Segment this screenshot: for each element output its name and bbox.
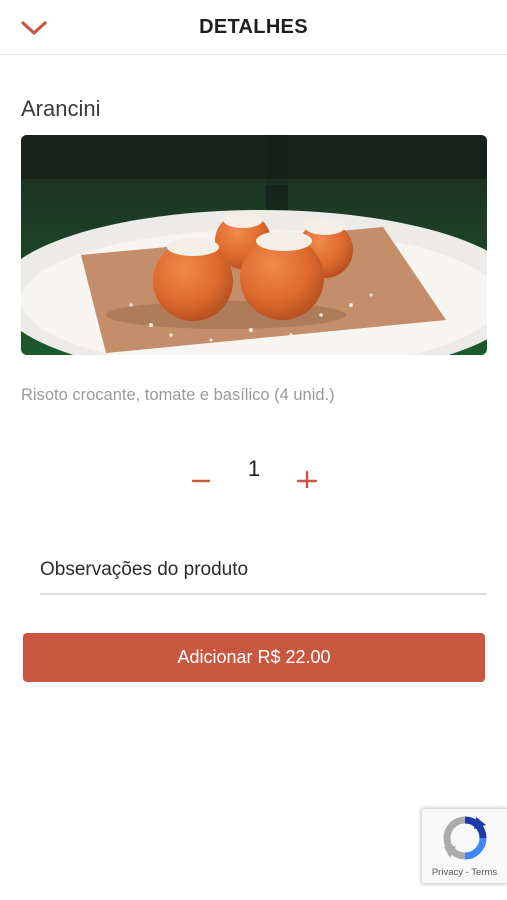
header-bar: DETALHES <box>0 0 507 55</box>
product-notes-input[interactable] <box>40 546 487 595</box>
add-to-cart-button[interactable]: Adicionar R$ 22.00 <box>23 633 485 682</box>
quantity-stepper: 1 <box>0 450 507 500</box>
increase-quantity-button[interactable] <box>292 462 322 492</box>
plus-icon <box>296 470 318 488</box>
minus-icon <box>191 479 211 483</box>
product-name: Arancini <box>21 96 101 121</box>
recaptcha-terms-link[interactable]: Terms <box>471 867 497 878</box>
product-description: Risoto crocante, tomate e basílico (4 un… <box>21 386 335 404</box>
product-image <box>21 135 487 355</box>
decrease-quantity-button[interactable] <box>186 462 216 492</box>
recaptcha-privacy-link[interactable]: Privacy <box>432 867 463 878</box>
page-title: DETALHES <box>199 16 308 38</box>
recaptcha-links: Privacy - Terms <box>422 867 507 878</box>
quantity-value: 1 <box>247 456 261 481</box>
recaptcha-icon <box>443 816 487 860</box>
recaptcha-badge[interactable]: Privacy - Terms <box>421 808 507 884</box>
